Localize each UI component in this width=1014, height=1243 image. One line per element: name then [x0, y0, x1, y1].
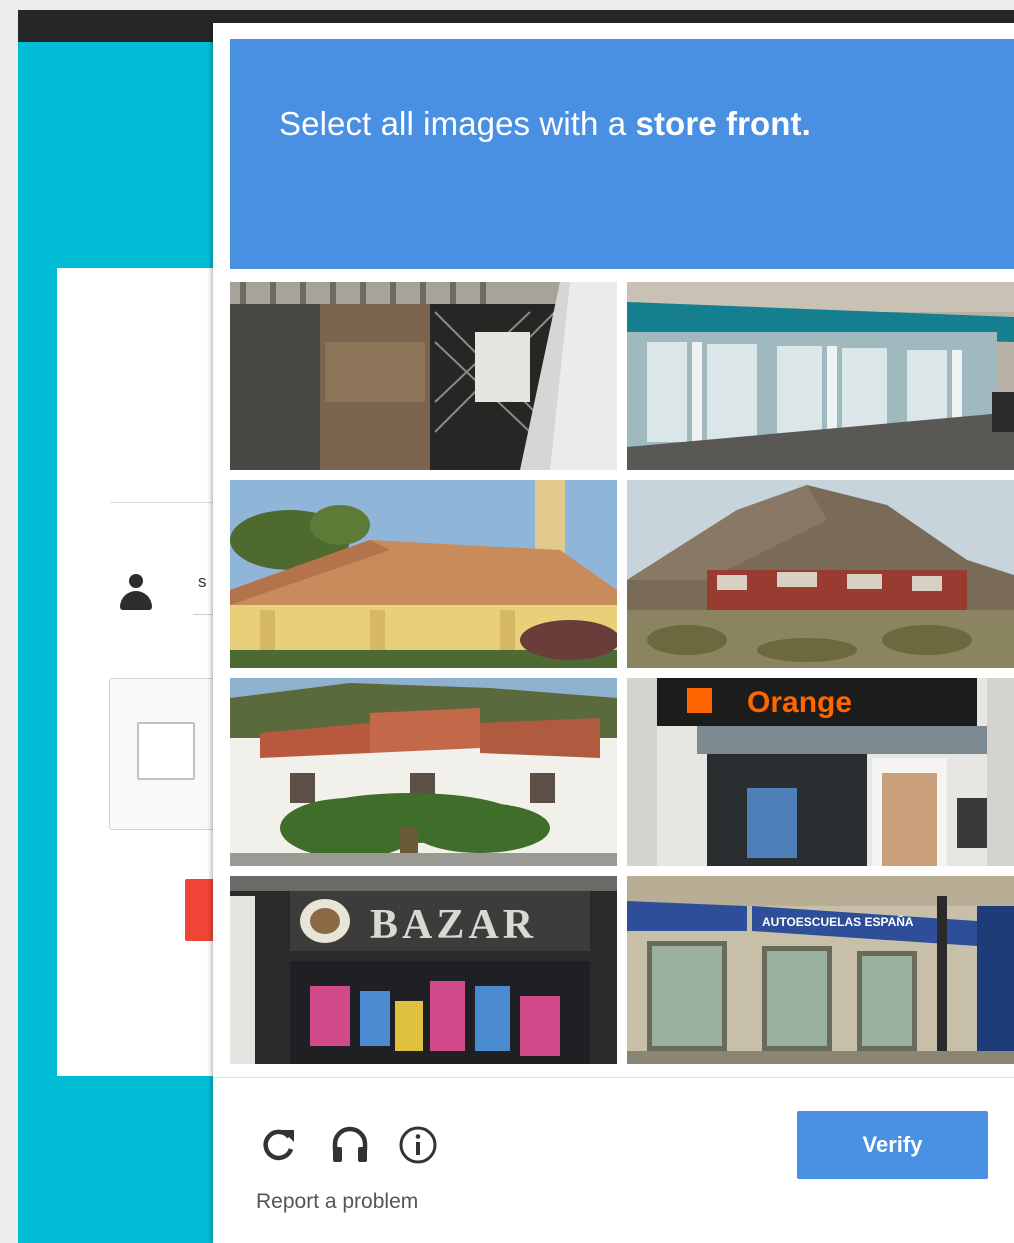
image-tile-3[interactable]: [230, 480, 617, 668]
username-input[interactable]: s: [198, 572, 207, 592]
instruction-text: Select all images with a store front.: [279, 105, 811, 142]
instruction-banner: Select all images with a store front.: [230, 39, 1014, 269]
instruction-target: store front.: [635, 105, 811, 142]
image-tile-1[interactable]: [230, 282, 617, 470]
recaptcha-checkbox[interactable]: [137, 722, 195, 780]
image-tile-6[interactable]: Orange: [627, 678, 1014, 866]
captcha-challenge-popup: Select all images with a store front. Or…: [213, 23, 1014, 1243]
image-tile-4[interactable]: [627, 480, 1014, 668]
orange-sign-text: Orange: [747, 686, 852, 719]
login-card: s: [57, 268, 241, 1076]
info-icon[interactable]: [397, 1124, 439, 1166]
footer-divider: [213, 1077, 1014, 1078]
image-tile-2[interactable]: [627, 282, 1014, 470]
image-tile-8[interactable]: AUTOESCUELAS ESPAÑA: [627, 876, 1014, 1064]
bazar-sign-text: BAZAR: [370, 902, 537, 948]
headphones-icon[interactable]: [329, 1124, 371, 1166]
report-problem-link[interactable]: Report a problem: [256, 1190, 418, 1214]
reload-icon[interactable]: [258, 1124, 300, 1166]
verify-button[interactable]: Verify: [797, 1111, 988, 1179]
user-icon: [119, 574, 153, 610]
image-tile-5[interactable]: [230, 678, 617, 866]
divider: [110, 502, 230, 503]
image-tile-7[interactable]: BAZAR: [230, 876, 617, 1064]
espana-sign-text: AUTOESCUELAS ESPAÑA: [762, 914, 914, 929]
